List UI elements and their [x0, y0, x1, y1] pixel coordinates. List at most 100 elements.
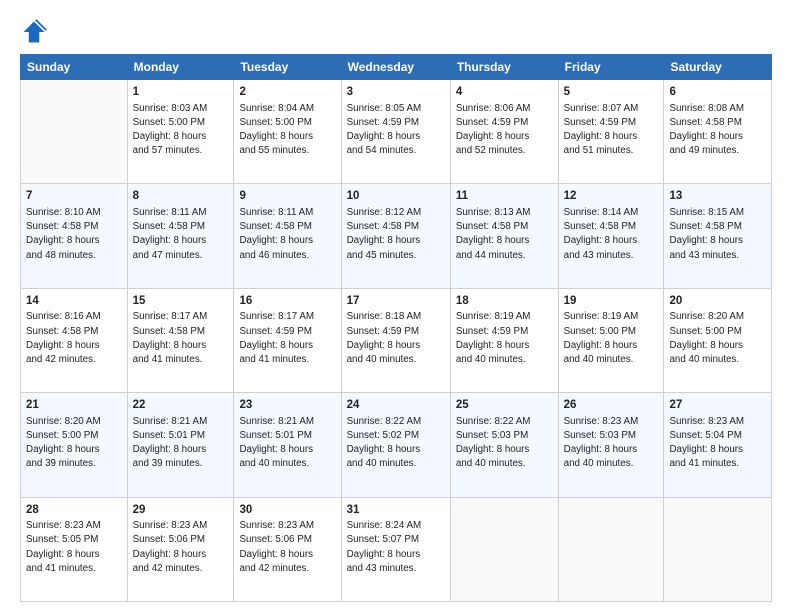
day-info-line: Sunrise: 8:22 AM [347, 415, 445, 429]
day-number: 26 [564, 397, 659, 414]
day-info-line: Sunset: 4:58 PM [564, 220, 659, 234]
day-info-line: Sunset: 5:03 PM [456, 429, 553, 443]
day-info-line: Sunrise: 8:10 AM [26, 206, 122, 220]
day-info-line: Daylight: 8 hours [347, 339, 445, 353]
calendar-cell: 8Sunrise: 8:11 AMSunset: 4:58 PMDaylight… [127, 184, 234, 288]
day-info-line: Daylight: 8 hours [133, 234, 229, 248]
day-info-line: Sunrise: 8:08 AM [669, 102, 766, 116]
day-info-line: Sunrise: 8:20 AM [26, 415, 122, 429]
day-info-line: and 41 minutes. [669, 457, 766, 471]
day-info-line: Daylight: 8 hours [456, 234, 553, 248]
day-info-line: Sunset: 4:58 PM [26, 325, 122, 339]
day-info-line: Daylight: 8 hours [456, 443, 553, 457]
day-number: 20 [669, 293, 766, 310]
day-info-line: Sunrise: 8:21 AM [239, 415, 335, 429]
day-info-line: Daylight: 8 hours [133, 443, 229, 457]
header-monday: Monday [127, 55, 234, 80]
day-info-line: Sunset: 5:00 PM [669, 325, 766, 339]
day-info-line: Sunset: 4:59 PM [564, 116, 659, 130]
day-info-line: and 43 minutes. [669, 249, 766, 263]
day-info-line: Sunrise: 8:23 AM [669, 415, 766, 429]
day-info-line: Sunset: 5:00 PM [564, 325, 659, 339]
day-info-line: Daylight: 8 hours [239, 339, 335, 353]
day-info-line: Daylight: 8 hours [239, 548, 335, 562]
day-info-line: and 43 minutes. [564, 249, 659, 263]
day-number: 16 [239, 293, 335, 310]
day-info-line: Sunset: 4:59 PM [239, 325, 335, 339]
day-info-line: Sunset: 4:59 PM [347, 325, 445, 339]
day-info-line: Daylight: 8 hours [239, 130, 335, 144]
day-info-line: Sunrise: 8:20 AM [669, 310, 766, 324]
day-number: 1 [133, 84, 229, 101]
day-info-line: Sunrise: 8:23 AM [133, 519, 229, 533]
day-info-line: and 40 minutes. [347, 353, 445, 367]
header-saturday: Saturday [664, 55, 772, 80]
day-info-line: Sunset: 5:02 PM [347, 429, 445, 443]
day-number: 24 [347, 397, 445, 414]
calendar-cell: 31Sunrise: 8:24 AMSunset: 5:07 PMDayligh… [341, 497, 450, 601]
calendar-week-4: 21Sunrise: 8:20 AMSunset: 5:00 PMDayligh… [21, 393, 772, 497]
calendar-week-2: 7Sunrise: 8:10 AMSunset: 4:58 PMDaylight… [21, 184, 772, 288]
header-sunday: Sunday [21, 55, 128, 80]
day-info-line: Sunrise: 8:17 AM [239, 310, 335, 324]
day-info-line: Sunrise: 8:22 AM [456, 415, 553, 429]
calendar-cell: 21Sunrise: 8:20 AMSunset: 5:00 PMDayligh… [21, 393, 128, 497]
calendar-week-3: 14Sunrise: 8:16 AMSunset: 4:58 PMDayligh… [21, 288, 772, 392]
day-info-line: and 51 minutes. [564, 144, 659, 158]
calendar-cell: 30Sunrise: 8:23 AMSunset: 5:06 PMDayligh… [234, 497, 341, 601]
day-info-line: and 41 minutes. [26, 562, 122, 576]
day-info-line: and 49 minutes. [669, 144, 766, 158]
calendar-cell: 12Sunrise: 8:14 AMSunset: 4:58 PMDayligh… [558, 184, 664, 288]
day-info-line: Sunset: 4:58 PM [26, 220, 122, 234]
calendar-cell: 23Sunrise: 8:21 AMSunset: 5:01 PMDayligh… [234, 393, 341, 497]
calendar-cell [664, 497, 772, 601]
calendar-cell: 17Sunrise: 8:18 AMSunset: 4:59 PMDayligh… [341, 288, 450, 392]
day-number: 23 [239, 397, 335, 414]
calendar-table: Sunday Monday Tuesday Wednesday Thursday… [20, 54, 772, 602]
day-number: 12 [564, 188, 659, 205]
day-info-line: Sunset: 4:58 PM [669, 116, 766, 130]
day-info-line: and 41 minutes. [239, 353, 335, 367]
day-number: 3 [347, 84, 445, 101]
day-info-line: Daylight: 8 hours [669, 234, 766, 248]
calendar-body: 1Sunrise: 8:03 AMSunset: 5:00 PMDaylight… [21, 80, 772, 602]
calendar-cell: 22Sunrise: 8:21 AMSunset: 5:01 PMDayligh… [127, 393, 234, 497]
day-info-line: Daylight: 8 hours [347, 443, 445, 457]
day-info-line: Sunrise: 8:04 AM [239, 102, 335, 116]
day-info-line: Sunset: 4:58 PM [239, 220, 335, 234]
day-number: 25 [456, 397, 553, 414]
day-info-line: and 40 minutes. [669, 353, 766, 367]
day-info-line: Daylight: 8 hours [456, 130, 553, 144]
day-info-line: Daylight: 8 hours [564, 339, 659, 353]
day-info-line: Sunrise: 8:23 AM [239, 519, 335, 533]
calendar-cell: 29Sunrise: 8:23 AMSunset: 5:06 PMDayligh… [127, 497, 234, 601]
header [20, 18, 772, 46]
calendar-cell: 11Sunrise: 8:13 AMSunset: 4:58 PMDayligh… [450, 184, 558, 288]
day-info-line: Daylight: 8 hours [239, 234, 335, 248]
calendar-cell: 19Sunrise: 8:19 AMSunset: 5:00 PMDayligh… [558, 288, 664, 392]
day-info-line: Daylight: 8 hours [564, 234, 659, 248]
day-number: 30 [239, 502, 335, 519]
day-info-line: and 40 minutes. [564, 353, 659, 367]
day-info-line: Daylight: 8 hours [347, 548, 445, 562]
calendar-cell: 4Sunrise: 8:06 AMSunset: 4:59 PMDaylight… [450, 80, 558, 184]
day-info-line: Daylight: 8 hours [26, 443, 122, 457]
day-info-line: Sunrise: 8:19 AM [456, 310, 553, 324]
day-info-line: Sunset: 4:58 PM [456, 220, 553, 234]
header-thursday: Thursday [450, 55, 558, 80]
day-info-line: and 40 minutes. [456, 457, 553, 471]
calendar-cell: 25Sunrise: 8:22 AMSunset: 5:03 PMDayligh… [450, 393, 558, 497]
day-info-line: Daylight: 8 hours [347, 234, 445, 248]
day-info-line: Sunset: 5:00 PM [133, 116, 229, 130]
day-info-line: Sunrise: 8:18 AM [347, 310, 445, 324]
day-info-line: Sunset: 5:00 PM [26, 429, 122, 443]
day-number: 19 [564, 293, 659, 310]
header-friday: Friday [558, 55, 664, 80]
day-info-line: Sunrise: 8:11 AM [239, 206, 335, 220]
day-info-line: Sunset: 5:07 PM [347, 533, 445, 547]
day-number: 6 [669, 84, 766, 101]
calendar-cell: 9Sunrise: 8:11 AMSunset: 4:58 PMDaylight… [234, 184, 341, 288]
day-info-line: Sunrise: 8:24 AM [347, 519, 445, 533]
header-wednesday: Wednesday [341, 55, 450, 80]
day-number: 7 [26, 188, 122, 205]
